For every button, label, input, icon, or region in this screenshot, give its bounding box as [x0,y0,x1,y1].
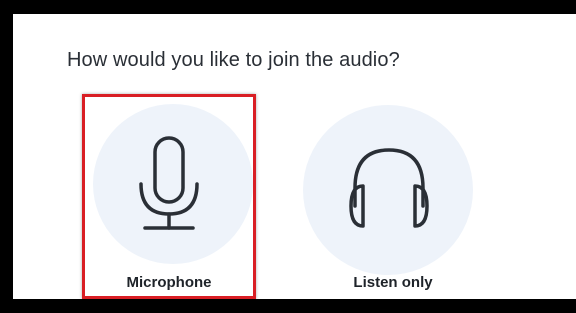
listen-only-option-button[interactable]: Listen only [303,96,477,296]
microphone-label: Microphone [126,274,212,291]
dialog-question: How would you like to join the audio? [67,49,400,71]
microphone-option-button[interactable]: Microphone [82,94,256,299]
headphones-icon [349,148,429,228]
microphone-icon [139,136,199,230]
screen-frame: How would you like to join the audio? Mi… [0,0,576,313]
join-audio-dialog: How would you like to join the audio? Mi… [13,14,576,299]
listen-only-label: Listen only [353,274,433,291]
